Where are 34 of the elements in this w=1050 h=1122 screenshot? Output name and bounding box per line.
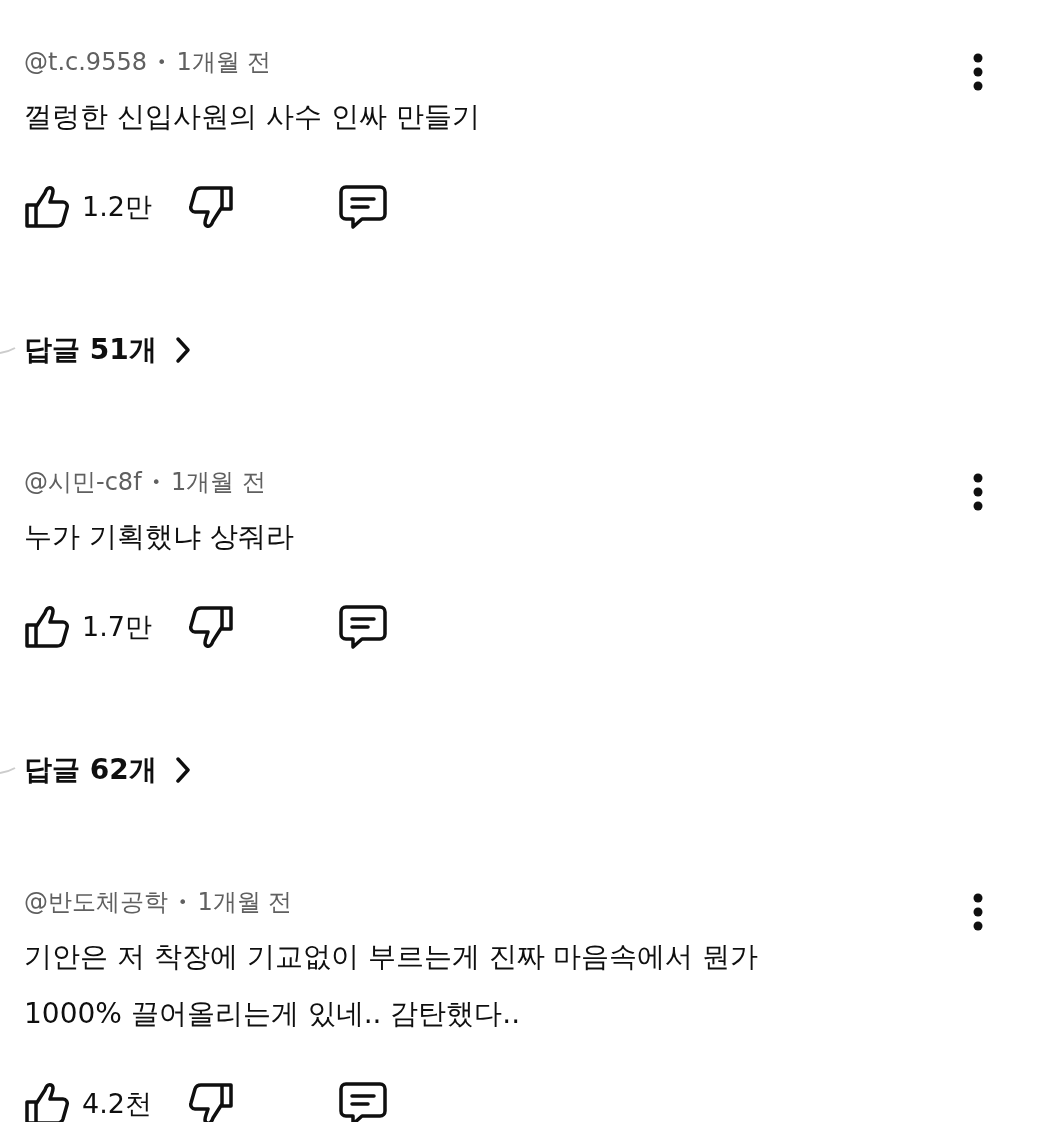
comment-text: 1000% 끌어올리는게 있네.. 감탄했다.. xyxy=(24,996,522,1032)
separator-dot: • xyxy=(178,892,188,912)
thumbs-down-icon[interactable] xyxy=(188,1082,234,1122)
reply-icon[interactable] xyxy=(338,1081,388,1122)
thumbs-down-icon[interactable] xyxy=(188,185,234,229)
comment-time: 1개월 전 xyxy=(171,467,266,498)
thumbs-up-icon[interactable] xyxy=(24,185,70,229)
reply-icon[interactable] xyxy=(338,184,388,230)
comment-text: 누가 기획했냐 상줘라 xyxy=(24,519,295,555)
chevron-right-icon xyxy=(174,336,191,364)
separator-dot: • xyxy=(151,472,161,492)
reply-icon[interactable] xyxy=(338,604,388,650)
comment-time: 1개월 전 xyxy=(197,887,293,918)
author-name[interactable]: @t.c.9558 xyxy=(24,48,147,76)
thumbs-down-icon[interactable] xyxy=(188,605,234,649)
separator-dot: • xyxy=(156,52,167,72)
replies-button[interactable]: 답글 51개 xyxy=(24,331,191,369)
thread-line xyxy=(0,765,16,775)
replies-button[interactable]: 답글 62개 xyxy=(24,751,191,789)
more-options-icon[interactable] xyxy=(972,52,984,92)
thumbs-up-icon[interactable] xyxy=(24,605,70,649)
thumbs-up-icon[interactable] xyxy=(24,1082,70,1122)
comment-text: 기안은 저 착장에 기교없이 부르는게 진짜 마음속에서 뭔가 xyxy=(24,939,760,975)
like-count: 1.2만 xyxy=(82,190,153,224)
comment-text: 껄렁한 신입사원의 사수 인싸 만들기 xyxy=(24,99,481,135)
chevron-right-icon xyxy=(174,756,191,784)
author-name[interactable]: @반도체공학 xyxy=(24,886,168,918)
author-name[interactable]: @시민-c8f xyxy=(24,466,142,498)
like-count: 1.7만 xyxy=(82,610,153,644)
more-options-icon[interactable] xyxy=(972,472,984,512)
thread-line xyxy=(0,345,16,355)
comment-time: 1개월 전 xyxy=(176,47,272,78)
like-count: 4.2천 xyxy=(82,1087,153,1121)
more-options-icon[interactable] xyxy=(972,892,984,932)
